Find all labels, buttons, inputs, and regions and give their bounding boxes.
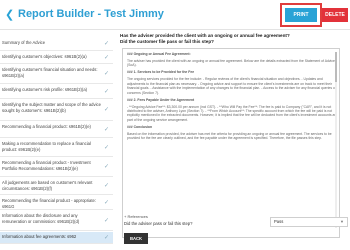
sidebar-item-label: Identifying the subject matter and scope… <box>2 102 101 113</box>
sidebar-item[interactable]: Identifying customer's risk profile: s96… <box>0 85 113 99</box>
question-text: Has the adviser provided the client with… <box>120 33 348 45</box>
delete-button[interactable]: DELETE <box>322 8 348 22</box>
sidebar-item[interactable]: Recommending the financial product - app… <box>0 196 113 210</box>
checkmark-icon: ✓ <box>104 234 110 241</box>
findings-heading: ### Conclusion <box>127 124 153 129</box>
findings-paragraph: - **Ongoing Advice Fee**: $3,300.00 per … <box>127 104 337 122</box>
findings-heading: ### 2. Fees Payable Under the Agreement <box>127 97 195 102</box>
findings-editor[interactable]: ### Ongoing or Annual Fee Agreement: The … <box>122 48 340 238</box>
sidebar-item-label: Identifying customer's financial situati… <box>2 67 98 78</box>
editor-scrollbar-thumb[interactable] <box>335 52 337 82</box>
sidebar-item[interactable]: Information about the disclosure and any… <box>0 211 113 231</box>
sidebar-item-label: Information about fee agreements: s962 <box>2 234 77 239</box>
checkmark-icon: ✓ <box>104 164 110 170</box>
pass-fail-value: Pass <box>274 219 284 224</box>
app-header: ❮ Report Builder - Test Jimmy PRINT DELE… <box>0 0 350 30</box>
references-link[interactable]: + References <box>124 214 148 219</box>
sidebar-item[interactable]: Making a recommendation to replace a fin… <box>0 139 113 157</box>
findings-paragraph: Based on the information provided, the a… <box>127 131 332 141</box>
sidebar-item-label: Recommending a financial product: s961B(… <box>2 124 91 129</box>
print-button[interactable]: PRINT <box>285 8 317 22</box>
back-arrow-icon[interactable]: ❮ <box>5 9 15 21</box>
findings-text[interactable]: ### Ongoing or Annual Fee Agreement: The … <box>127 52 339 227</box>
checkmark-icon: ✓ <box>104 41 110 47</box>
checkmark-icon: ✓ <box>104 183 110 189</box>
chevron-down-icon: ▼ <box>340 219 344 224</box>
question-line: Did the customer file pass or fail this … <box>120 39 214 44</box>
findings-heading: ### 1. Services to be Provided for the F… <box>127 70 195 75</box>
pass-fail-label: Did the adviser pass or fail this step? <box>124 221 193 226</box>
pass-fail-select[interactable]: Pass ▼ <box>270 217 348 227</box>
checkmark-icon: ✓ <box>104 71 110 77</box>
sidebar: Summary of the Advice ✓ Identifying custom… <box>0 32 113 250</box>
findings-heading: ### Ongoing or Annual Fee Agreement: <box>127 52 191 56</box>
checkmark-icon: ✓ <box>104 199 110 206</box>
sidebar-item-label: Recommending a financial product - Inves… <box>2 160 91 171</box>
sidebar-item[interactable]: Information about fee agreements: s962 ✓ <box>0 232 113 244</box>
back-button[interactable]: BACK <box>124 233 148 244</box>
sidebar-item-label: Information about the disclosure and any… <box>2 213 80 224</box>
checkmark-icon: ✓ <box>104 217 110 224</box>
sidebar-item-label: Making a recommendation to replace a fin… <box>2 141 91 152</box>
sidebar-item[interactable]: Recommending a financial product: s961B(… <box>0 122 113 138</box>
findings-paragraph: The adviser has provided the client with… <box>127 59 335 68</box>
sidebar-item-label: Summary of the Advice <box>2 40 46 45</box>
sidebar-item[interactable]: Recommending a financial product - Inves… <box>0 158 113 177</box>
sidebar-item[interactable]: Identifying customer's financial situati… <box>0 65 113 84</box>
checkmark-icon: ✓ <box>104 144 110 151</box>
sidebar-item-label: Identifying customer's objectives: s961B… <box>2 54 87 59</box>
sidebar-item[interactable]: Summary of the Advice ✓ <box>0 38 113 51</box>
checkmark-icon: ✓ <box>104 88 110 95</box>
checkmark-icon: ✓ <box>104 107 110 113</box>
page-title: Report Builder - Test Jimmy <box>18 8 164 20</box>
checkmark-icon: ✓ <box>104 126 110 133</box>
sidebar-item[interactable]: Identifying customer's objectives: s961B… <box>0 52 113 64</box>
sidebar-item[interactable]: Identifying the subject matter and scope… <box>0 100 113 121</box>
findings-paragraph: The ongoing services provided for the fe… <box>127 77 337 95</box>
sidebar-item-label: Recommending the financial product - app… <box>2 198 97 209</box>
sidebar-item[interactable]: All judgements are based on customer's r… <box>0 178 113 195</box>
sidebar-item-label: Identifying customer's risk profile: s96… <box>2 87 88 92</box>
sidebar-item-label: All judgements are based on customer's r… <box>2 180 93 191</box>
checkmark-icon: ✓ <box>104 54 110 61</box>
